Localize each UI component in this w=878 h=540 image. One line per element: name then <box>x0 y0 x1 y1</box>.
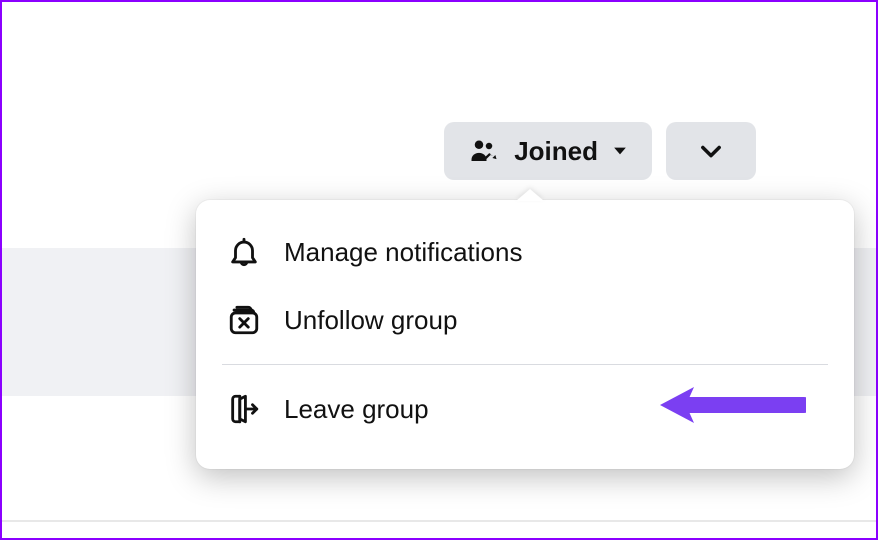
leave-icon <box>226 391 262 427</box>
menu-item-manage-notifications[interactable]: Manage notifications <box>196 218 854 286</box>
menu-divider <box>222 364 828 365</box>
page-bottom-divider <box>2 520 876 522</box>
caret-down-icon <box>610 133 630 169</box>
menu-item-leave-group[interactable]: Leave group <box>196 375 854 443</box>
group-members-icon <box>466 133 502 169</box>
menu-item-label: Unfollow group <box>284 305 457 336</box>
unfollow-icon <box>226 302 262 338</box>
bell-icon <box>226 234 262 270</box>
joined-dropdown-menu: Manage notifications Unfollow group <box>196 200 854 469</box>
menu-item-label: Manage notifications <box>284 237 522 268</box>
more-chevron-button[interactable] <box>666 122 756 180</box>
annotation-arrow <box>656 383 806 427</box>
chevron-down-icon <box>693 133 729 169</box>
menu-item-unfollow-group[interactable]: Unfollow group <box>196 286 854 354</box>
joined-button-label: Joined <box>514 136 598 167</box>
group-toolbar: Joined <box>444 122 756 180</box>
joined-button[interactable]: Joined <box>444 122 652 180</box>
menu-item-label: Leave group <box>284 394 429 425</box>
